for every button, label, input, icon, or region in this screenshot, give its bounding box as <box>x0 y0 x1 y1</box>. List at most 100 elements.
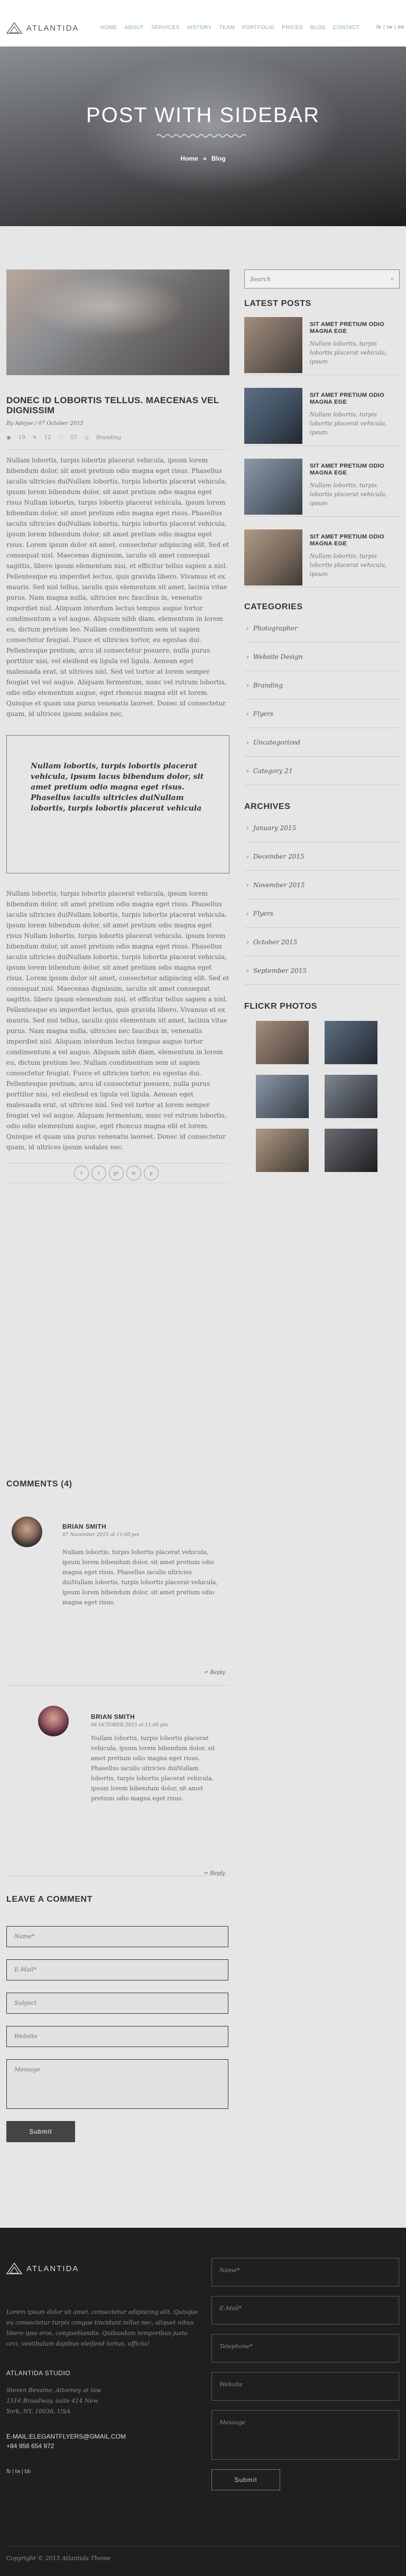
flickr-photo[interactable] <box>256 1075 309 1118</box>
flickr-photo[interactable] <box>256 1021 309 1064</box>
latest-post[interactable]: SIT AMET PRETIUM ODIO MAGNA EGE Nullam lo… <box>244 454 400 517</box>
footer-name-field[interactable]: Name* <box>211 2258 399 2286</box>
footer-phone: +84 956 654 972 <box>6 2442 54 2450</box>
latest-post-thumb <box>244 388 302 444</box>
category-label: Category 21 <box>253 767 293 775</box>
name-field[interactable]: Name* <box>6 1926 228 1947</box>
latest-post-title: SIT AMET PRETIUM ODIO MAGNA EGE <box>310 321 384 334</box>
footer-contact-form: Name* E-Mail* Telephone* Website Message… <box>211 2258 399 2490</box>
archive-item[interactable]: › September 2015 <box>244 956 400 985</box>
chevron-right-icon: › <box>246 738 249 746</box>
latest-post[interactable]: SIT AMET PRETIUM ODIO MAGNA EGE Nullam lo… <box>244 384 400 446</box>
share-bar: f t g+ in p <box>6 1163 229 1183</box>
nav-team[interactable]: TEAM <box>219 23 235 33</box>
category-item[interactable]: › Photographer <box>244 614 400 643</box>
search-icon[interactable]: ⌕ <box>391 275 394 283</box>
archive-item[interactable]: › November 2015 <box>244 871 400 899</box>
flickr-photo[interactable] <box>325 1129 377 1172</box>
archive-item[interactable]: › Flyers <box>244 899 400 928</box>
category-label: Branding <box>253 681 283 689</box>
latest-post-thumb <box>244 529 302 585</box>
latest-post[interactable]: SIT AMET PRETIUM ODIO MAGNA EGE Nullam lo… <box>244 525 400 588</box>
nav-about[interactable]: ABOUT <box>125 23 144 33</box>
page-hero: POST WITH SIDEBAR Home » Blog <box>0 47 406 226</box>
footer-email-field[interactable]: E-Mail* <box>211 2296 399 2324</box>
blockquote: Nullam lobortis, turpis lobortis placera… <box>6 735 229 873</box>
submit-button[interactable]: Submit <box>6 2121 75 2142</box>
twitter-icon[interactable]: t <box>91 1166 106 1180</box>
flickr-photo[interactable] <box>325 1021 377 1064</box>
archive-item[interactable]: › December 2015 <box>244 842 400 871</box>
category-item[interactable]: › Website Design <box>244 643 400 671</box>
chevron-right-icon: › <box>246 681 249 689</box>
category-item[interactable]: › Category 21 <box>244 757 400 785</box>
header-social-links[interactable]: fb | tw | bb <box>376 24 404 30</box>
footer-about: Lorem ipsum dolor sit amet, consectetur … <box>6 2309 198 2347</box>
breadcrumb: Home » Blog <box>0 155 406 162</box>
reply-button[interactable]: ↶ Reply <box>204 1871 225 1876</box>
linkedin-icon[interactable]: in <box>126 1166 141 1180</box>
footer-message-field[interactable]: Message <box>211 2410 399 2460</box>
category-label: Website Design <box>253 653 303 661</box>
email-field[interactable]: E-Mail* <box>6 1959 228 1980</box>
archive-label: Flyers <box>253 909 273 917</box>
main-nav: HOME ABOUT SERVICES HISTORY TEAM PORTFOL… <box>100 23 375 33</box>
archive-item[interactable]: › January 2015 <box>244 814 400 842</box>
nav-history[interactable]: HISTORY <box>187 23 212 33</box>
subject-field[interactable]: Subject <box>6 1993 228 2014</box>
chevron-right-icon: › <box>246 653 249 661</box>
reply-button[interactable]: ↶ Reply <box>204 1670 225 1676</box>
wave-divider <box>157 134 246 138</box>
avatar <box>12 1517 42 1547</box>
archive-label: January 2015 <box>253 824 297 832</box>
comment-text: Nullam lobortis, turpis lobortis placera… <box>62 1549 218 1606</box>
latest-post-excerpt: Nullam lobortis, turpis lobortis placera… <box>310 411 387 436</box>
nav-home[interactable]: HOME <box>100 23 117 33</box>
footer-telephone-field[interactable]: Telephone* <box>211 2334 399 2363</box>
reply-icon: ↶ <box>204 1871 209 1876</box>
blockquote-text: Nullam lobortis, turpis lobortis placera… <box>31 762 204 813</box>
message-field[interactable]: Message <box>6 2059 228 2109</box>
google-plus-icon[interactable]: g+ <box>109 1166 124 1180</box>
chevron-right-icon: › <box>246 710 249 718</box>
footer-logo[interactable]: ATLANTIDA <box>6 2263 79 2274</box>
category-item[interactable]: › Uncategorized <box>244 728 400 757</box>
nav-portfolio[interactable]: PORTFOLIO <box>242 23 274 33</box>
categories-heading: CATEGORIES <box>244 602 303 611</box>
brand-name: ATLANTIDA <box>26 23 79 33</box>
footer-email[interactable]: E-MAIL:ELEGANTFLYERS@GMAIL.COM <box>6 2431 126 2442</box>
archive-label: September 2015 <box>253 966 307 974</box>
comments-count: 12 <box>44 435 51 441</box>
latest-post-excerpt: Nullam lobortis, turpis lobortis placera… <box>310 340 387 365</box>
nav-blog[interactable]: BLOG <box>310 23 326 33</box>
flickr-photo[interactable] <box>325 1075 377 1118</box>
footer-website-field[interactable]: Website <box>211 2372 399 2401</box>
breadcrumb-current: Blog <box>211 155 226 162</box>
flickr-photo[interactable] <box>256 1129 309 1172</box>
chevron-right-icon: › <box>246 966 249 974</box>
category-item[interactable]: › Flyers <box>244 700 400 728</box>
post-category[interactable]: Branding <box>96 435 121 441</box>
logo[interactable]: ATLANTIDA <box>6 22 79 34</box>
post-meta-icons: ◉ 19 ✎ 12 ♡ 57 ◇ Branding <box>6 435 229 441</box>
latest-post[interactable]: SIT AMET PRETIUM ODIO MAGNA EGE Nullam lo… <box>244 313 400 375</box>
post-body-paragraph: Nullam lobortis, turpis lobortis placera… <box>6 449 229 719</box>
nav-prices[interactable]: PRICES <box>282 23 303 33</box>
chevron-right-icon: › <box>246 852 249 860</box>
nav-services[interactable]: SERVICES <box>151 23 180 33</box>
pinterest-icon[interactable]: p <box>144 1166 159 1180</box>
latest-posts-heading: LATEST POSTS <box>244 299 311 308</box>
archive-item[interactable]: › October 2015 <box>244 928 400 956</box>
category-item[interactable]: › Branding <box>244 671 400 700</box>
facebook-icon[interactable]: f <box>74 1166 89 1180</box>
search-input[interactable]: Search ⌕ <box>244 269 400 289</box>
footer-submit-button[interactable]: Submit <box>211 2469 280 2490</box>
post-title: DONEC ID LOBORTIS TELLUS. MAECENAS VEL D… <box>6 395 219 415</box>
reply-icon: ↶ <box>204 1670 209 1676</box>
nav-contact[interactable]: CONTACT <box>333 23 359 33</box>
post-body-paragraph-2: Nullam lobortis, turpis lobortis placera… <box>6 890 229 1151</box>
breadcrumb-home[interactable]: Home <box>180 155 198 162</box>
footer-social-links[interactable]: fb | tw | bb <box>6 2467 31 2477</box>
website-field[interactable]: Website <box>6 2026 228 2047</box>
post-content: DONEC ID LOBORTIS TELLUS. MAECENAS VEL D… <box>6 269 229 1183</box>
